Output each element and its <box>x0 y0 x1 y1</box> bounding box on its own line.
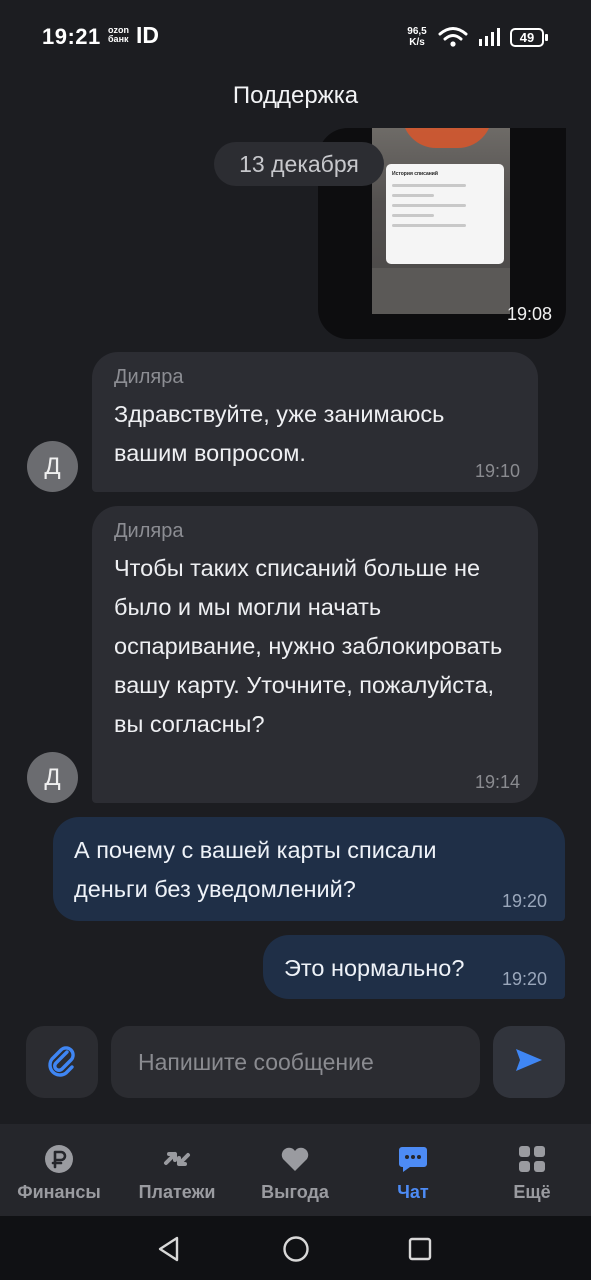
bottom-navigation: Финансы Платежи Выгода Чат Ещё <box>0 1124 591 1216</box>
back-icon[interactable] <box>156 1236 182 1267</box>
attach-button[interactable] <box>26 1026 98 1098</box>
message-text: А почему с вашей карты списали деньги бе… <box>74 837 437 902</box>
id-icon: ID <box>136 22 159 48</box>
chat-icon <box>398 1144 428 1174</box>
nav-item-finances[interactable]: Финансы <box>0 1124 118 1216</box>
nav-item-payments[interactable]: Платежи <box>118 1124 236 1216</box>
date-separator: 13 декабря <box>214 142 384 186</box>
page-title: Поддержка <box>232 82 359 109</box>
message-text: Чтобы таких списаний больше не было и мы… <box>114 555 503 737</box>
home-icon[interactable] <box>282 1235 310 1268</box>
wifi-icon <box>438 26 468 53</box>
transfer-arrows-icon <box>162 1144 192 1174</box>
nav-label: Чат <box>397 1182 429 1202</box>
grid-icon <box>517 1144 547 1174</box>
nav-item-more[interactable]: Ещё <box>473 1124 591 1216</box>
message-input[interactable] <box>111 1026 480 1098</box>
message-time: 19:10 <box>474 461 520 481</box>
status-time: 19:21 <box>42 24 101 49</box>
system-navigation-bar <box>0 1216 591 1280</box>
photo-screenshot-card: История списаний <box>386 164 504 264</box>
send-button[interactable] <box>493 1026 565 1098</box>
send-arrow-icon <box>514 1047 544 1078</box>
outgoing-message[interactable]: А почему с вашей карты списали деньги бе… <box>53 817 565 921</box>
network-speed: 96,5 K/s <box>407 26 427 48</box>
sender-name: Диляра <box>114 520 184 542</box>
heart-icon <box>280 1144 310 1174</box>
nav-label: Выгода <box>261 1182 329 1202</box>
signal-icon <box>478 28 504 51</box>
recents-icon[interactable] <box>408 1237 432 1266</box>
message-time: 19:20 <box>501 969 547 989</box>
avatar: Д <box>27 752 78 803</box>
incoming-message[interactable]: Диляра Здравствуйте, уже занимаюсь вашим… <box>92 352 538 492</box>
attached-photo[interactable]: История списаний <box>372 128 510 314</box>
nav-label: Финансы <box>17 1182 101 1202</box>
status-bar: 19:21 ozon банк ID 96,5 K/s 49 <box>0 0 591 76</box>
incoming-message[interactable]: Диляра Чтобы таких списаний больше не бы… <box>92 506 538 803</box>
battery-icon: 49 <box>510 28 548 47</box>
message-time: 19:20 <box>501 891 547 911</box>
nav-item-benefits[interactable]: Выгода <box>236 1124 354 1216</box>
ruble-icon <box>44 1144 74 1174</box>
nav-label: Платежи <box>138 1182 216 1202</box>
message-text: Здравствуйте, уже занимаюсь вашим вопрос… <box>114 401 445 466</box>
nav-label: Ещё <box>513 1182 551 1202</box>
paperclip-icon <box>45 1043 79 1082</box>
avatar: Д <box>27 441 78 492</box>
message-time: 19:14 <box>474 772 520 792</box>
sender-name: Диляра <box>114 366 184 388</box>
nav-item-chat[interactable]: Чат <box>354 1124 472 1216</box>
outgoing-message[interactable]: Это нормально? 19:20 <box>263 935 565 999</box>
ozon-bank-icon: ozon банк <box>108 25 129 44</box>
message-time: 19:08 <box>506 304 552 324</box>
